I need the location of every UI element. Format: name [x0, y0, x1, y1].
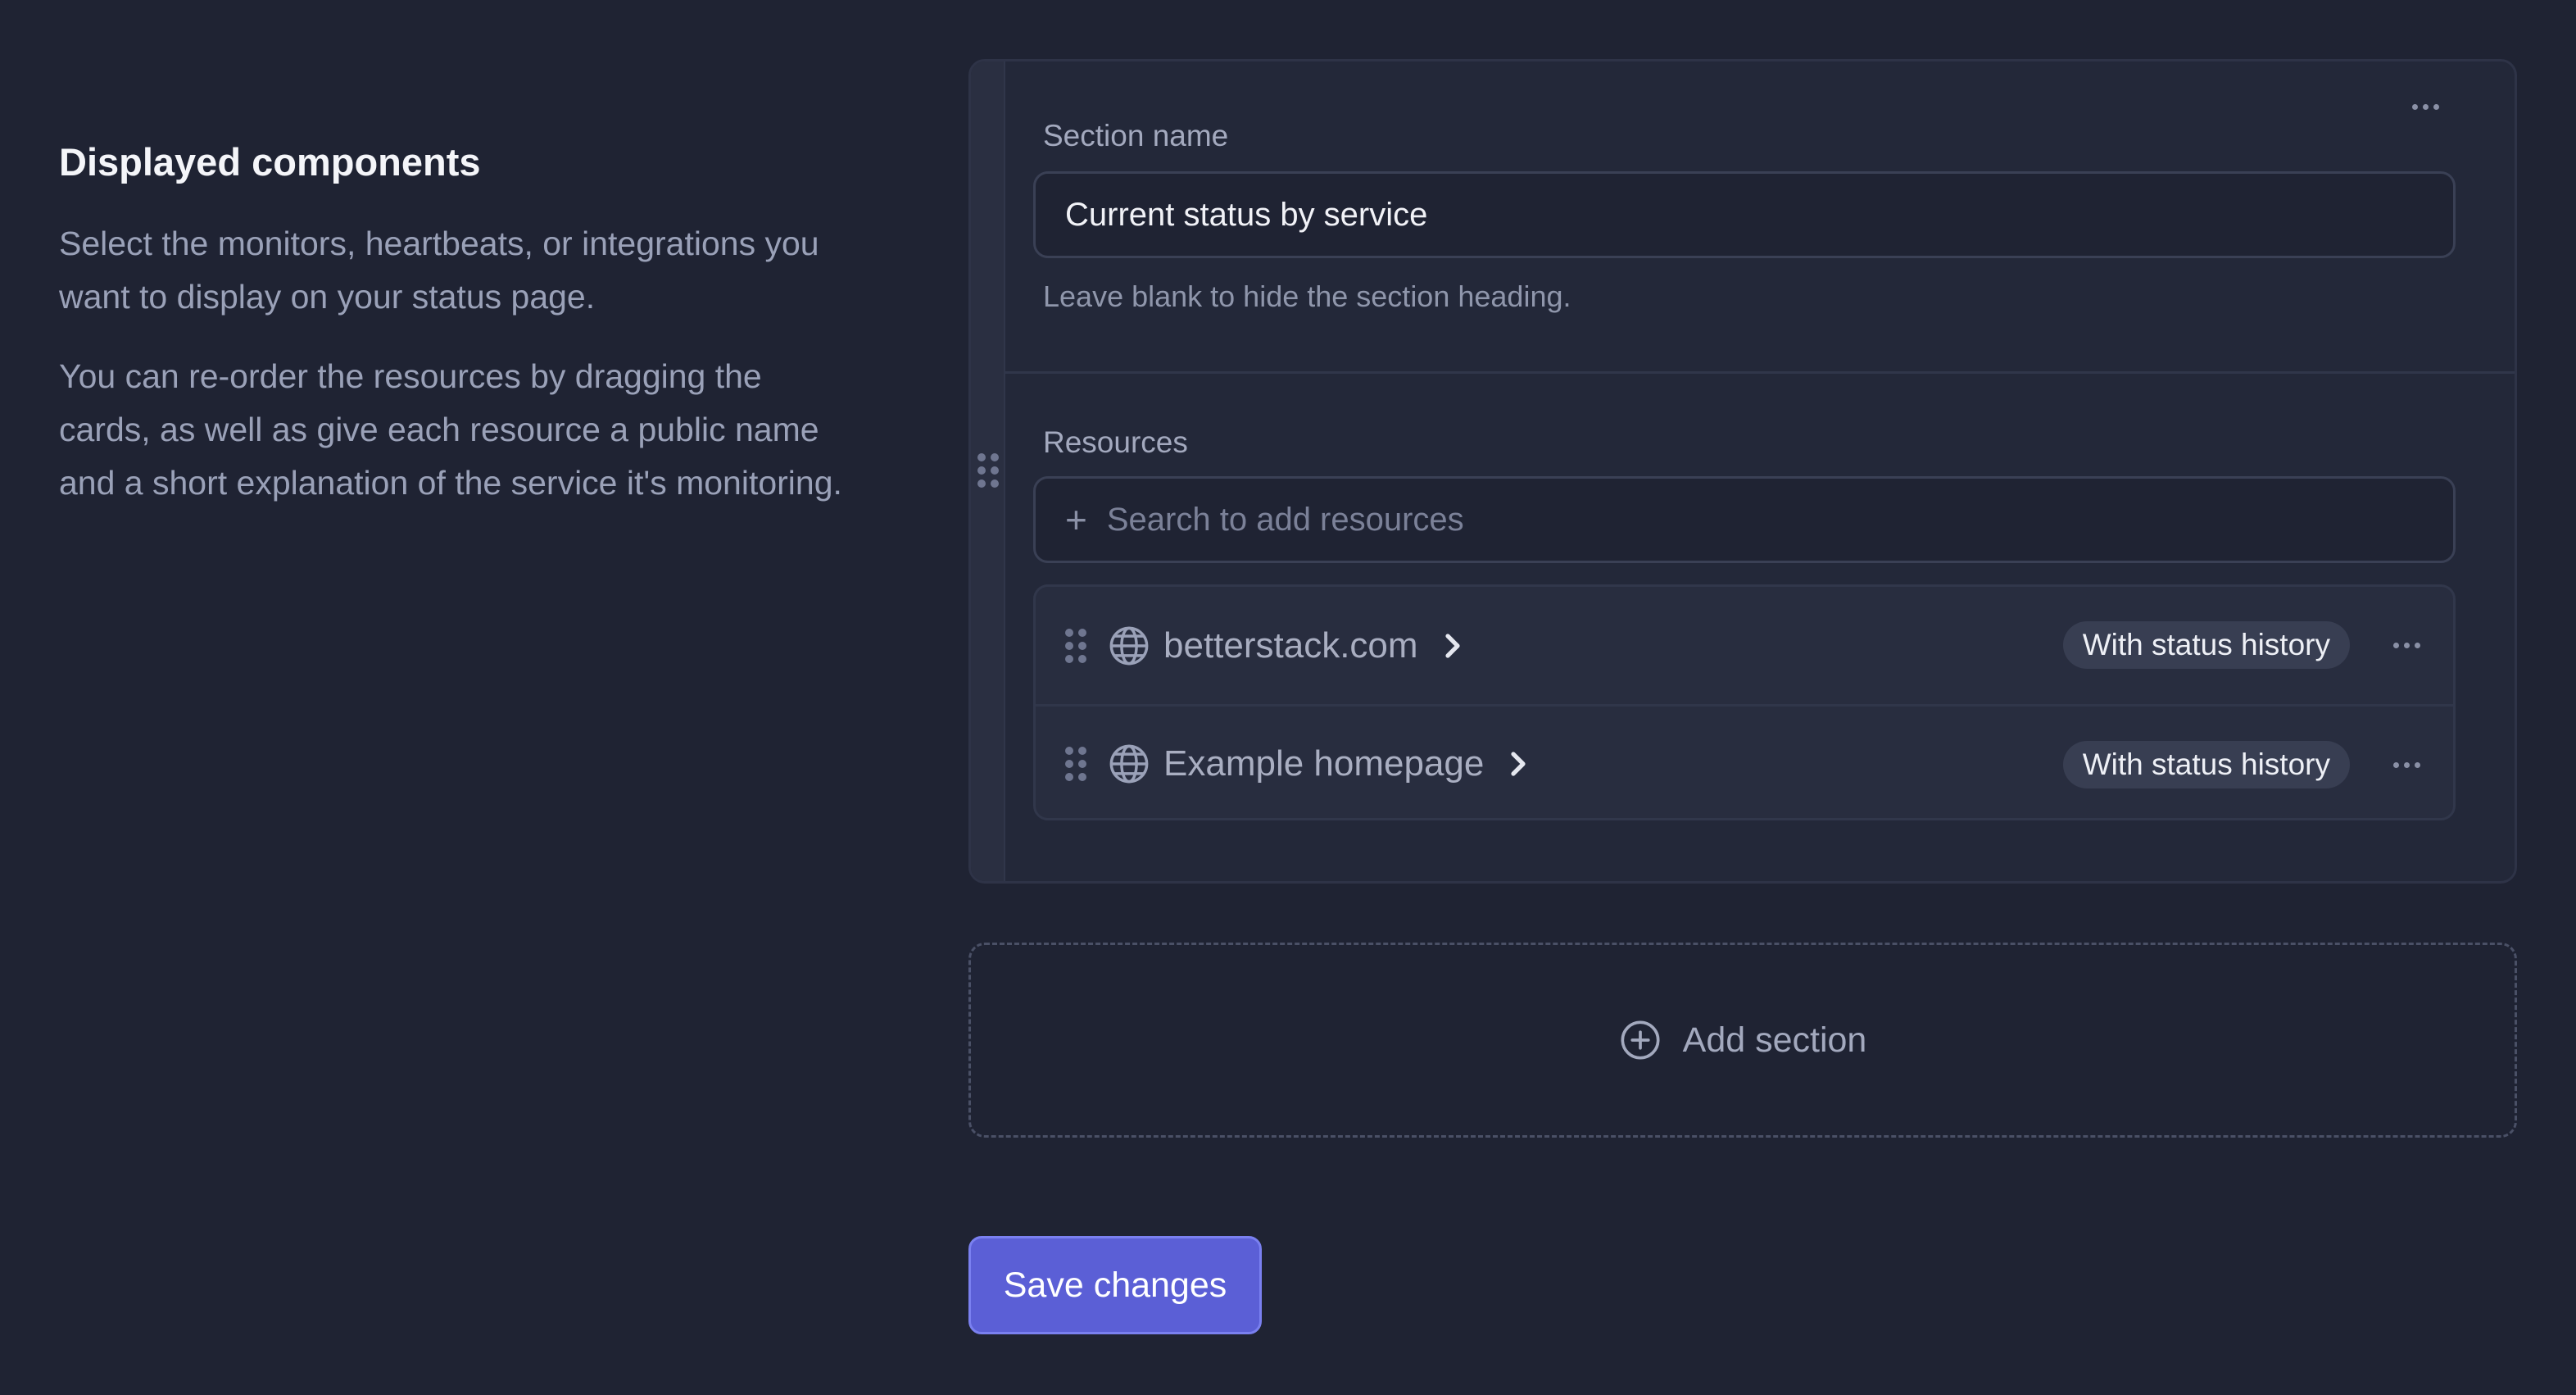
add-section-label: Add section	[1682, 1020, 1867, 1060]
section-card: Section name Current status by service L…	[968, 59, 2517, 884]
section-name-input[interactable]: Current status by service	[1033, 171, 2456, 258]
resource-more-icon[interactable]	[2393, 762, 2420, 768]
resources-label: Resources	[1043, 425, 1188, 459]
resources-search-input[interactable]: + Search to add resources	[1033, 476, 2456, 563]
status-history-badge[interactable]: With status history	[2062, 621, 2350, 669]
resources-search-placeholder: Search to add resources	[1106, 501, 1464, 538]
globe-icon	[1109, 744, 1149, 784]
resource-name[interactable]: betterstack.com	[1163, 625, 1418, 666]
plus-icon: +	[1065, 498, 1087, 541]
drag-grip-icon	[977, 453, 999, 488]
add-section-button[interactable]: Add section	[968, 943, 2517, 1138]
plus-circle-icon	[1621, 1020, 1660, 1060]
resource-more-icon[interactable]	[2393, 643, 2420, 648]
section-more-icon[interactable]	[2412, 104, 2439, 110]
drag-grip-icon[interactable]	[1065, 747, 1086, 781]
status-history-badge[interactable]: With status history	[2062, 741, 2350, 788]
section-divider	[1005, 371, 2515, 374]
intro-panel: Displayed components Select the monitors…	[59, 139, 846, 536]
intro-paragraph-2: You can re-order the resources by draggi…	[59, 357, 842, 502]
displayed-components-page: Displayed components Select the monitors…	[0, 0, 2576, 1395]
section-drag-handle[interactable]	[971, 61, 1005, 881]
resource-row[interactable]: betterstack.com With status history	[1036, 587, 2453, 704]
section-name-value: Current status by service	[1065, 196, 1428, 233]
chevron-right-icon[interactable]	[1507, 747, 1530, 780]
globe-icon	[1109, 626, 1149, 665]
drag-grip-icon[interactable]	[1065, 628, 1086, 663]
section-name-hint: Leave blank to hide the section heading.	[1043, 279, 1571, 313]
intro-title: Displayed components	[59, 140, 481, 184]
resource-list: betterstack.com With status history Exam…	[1033, 584, 2456, 820]
resource-row[interactable]: Example homepage With status history	[1036, 704, 2453, 818]
resource-name[interactable]: Example homepage	[1163, 743, 1484, 784]
save-changes-button[interactable]: Save changes	[968, 1236, 1262, 1334]
intro-paragraph-1: Select the monitors, heartbeats, or inte…	[59, 225, 819, 316]
section-name-label: Section name	[1043, 119, 1229, 152]
chevron-right-icon[interactable]	[1441, 629, 1464, 662]
